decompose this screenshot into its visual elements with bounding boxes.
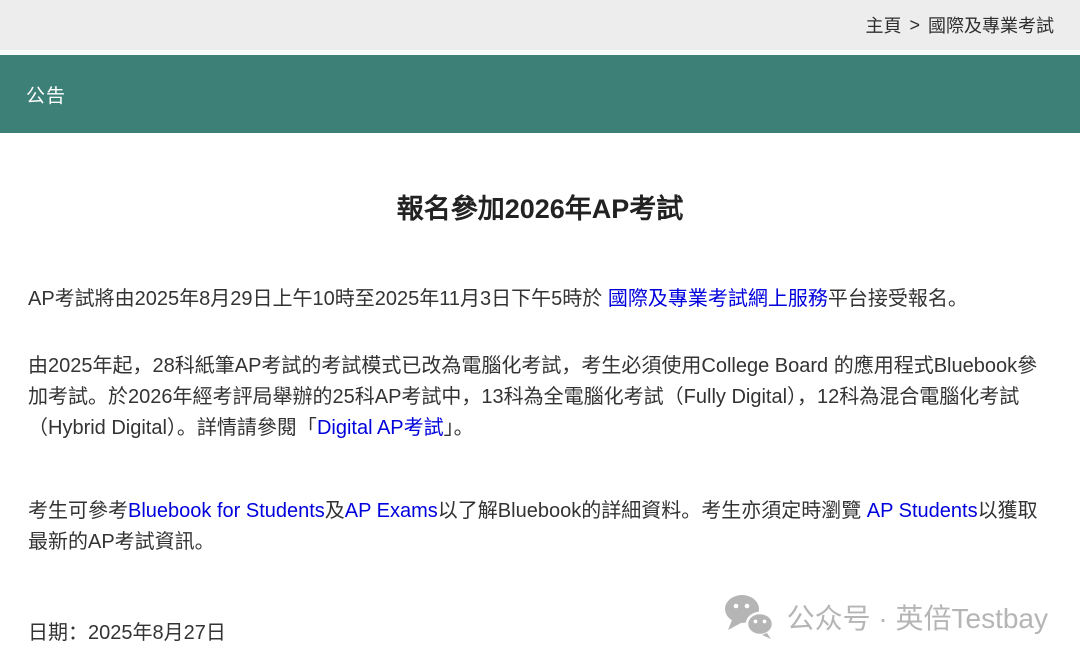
digital-ap-link[interactable]: Digital AP考試	[317, 417, 444, 439]
date-line: 日期：2025年8月27日	[28, 616, 1052, 645]
bluebook-for-students-link[interactable]: Bluebook for Students	[128, 500, 325, 522]
p3-text-2: 及	[325, 500, 345, 522]
ap-students-link[interactable]: AP Students	[867, 500, 978, 522]
p3-text-1: 考生可參考	[28, 500, 128, 522]
ap-exams-link[interactable]: AP Exams	[345, 500, 438, 522]
breadcrumb-home-link[interactable]: 主頁	[865, 12, 901, 38]
p2-text: 由2025年起，28科紙筆AP考試的考試模式已改為電腦化考試，考生必須使用Col…	[28, 355, 1037, 439]
top-bar: 主頁 > 國際及專業考試	[0, 0, 1080, 50]
breadcrumb: 主頁 > 國際及專業考試	[865, 12, 1054, 38]
p1-text-end: 平台接受報名。	[828, 288, 968, 310]
paragraph-registration-period: AP考試將由2025年8月29日上午10時至2025年11月3日下午5時於 國際…	[28, 284, 1052, 315]
breadcrumb-current: 國際及專業考試	[928, 12, 1054, 38]
announcement-banner: 公告	[0, 55, 1080, 133]
breadcrumb-separator: >	[909, 15, 920, 36]
p2-text-end: 」。	[444, 417, 474, 439]
paragraph-digital-exam: 由2025年起，28科紙筆AP考試的考試模式已改為電腦化考試，考生必須使用Col…	[28, 351, 1052, 444]
online-services-link[interactable]: 國際及專業考試網上服務	[608, 288, 828, 310]
announcement-banner-label: 公告	[26, 81, 66, 108]
p3-text-3: 以了解Bluebook的詳細資料。考生亦須定時瀏覽	[438, 500, 867, 522]
article-content: 報名參加2026年AP考試 AP考試將由2025年8月29日上午10時至2025…	[0, 187, 1080, 645]
p1-text: AP考試將由2025年8月29日上午10時至2025年11月3日下午5時於	[28, 288, 608, 310]
paragraph-bluebook-info: 考生可參考Bluebook for Students及AP Exams以了解Bl…	[28, 496, 1052, 558]
page-title: 報名參加2026年AP考試	[28, 187, 1052, 226]
